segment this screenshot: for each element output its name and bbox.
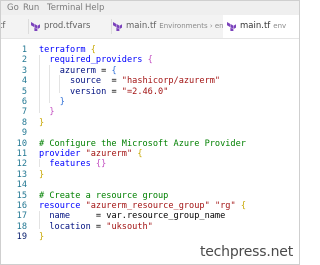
line-number: 1 (21, 45, 27, 55)
code-line[interactable]: } (39, 118, 44, 128)
editor-window: Go Run Terminal Help tf prod.tfvars main… (0, 0, 300, 265)
tab-tf[interactable]: tf (1, 15, 25, 38)
code-token: terraform (39, 45, 91, 55)
code-token: } (39, 232, 45, 243)
tab-label: prod.tfvars (44, 21, 91, 31)
code-token: "=2.46.0" (121, 86, 169, 97)
terraform-icon (31, 15, 41, 38)
tab-label: main.tf (126, 21, 157, 31)
code-token: resource (39, 201, 86, 211)
code-token: required_providers (39, 55, 148, 66)
tab-bar: tf prod.tfvars main.tfEnvironments › env… (1, 15, 299, 39)
code-token: = (111, 76, 122, 87)
code-editor[interactable]: 1 terraform {2 required_providers {3 azur… (1, 39, 299, 264)
code-line[interactable]: } (39, 170, 44, 180)
code-token: = (101, 65, 112, 76)
line-number: 16 (16, 201, 27, 211)
line-number: 17 (16, 211, 27, 222)
code-token: provider (39, 149, 86, 159)
menu-terminal[interactable]: Terminal (47, 2, 83, 14)
code-line[interactable]: } (39, 107, 55, 118)
code-token: { (111, 65, 117, 76)
code-token: features (39, 159, 96, 170)
code-token: # Create a resource group (39, 190, 169, 201)
code-line[interactable]: # Create a resource group (39, 191, 168, 201)
terraform-icon (227, 15, 237, 38)
code-token: { (147, 55, 153, 66)
line-number: 6 (21, 97, 27, 107)
tab-label: main.tf (240, 21, 271, 31)
code-line[interactable]: resource "azurerm_resource_group" "rg" { (39, 201, 246, 211)
line-number: 19 (16, 232, 27, 243)
line-number: 15 (16, 190, 27, 201)
code-token: } (39, 97, 65, 107)
menu-help[interactable]: Help (85, 2, 104, 14)
line-number: 10 (16, 138, 27, 149)
code-token: "rg" (214, 201, 241, 211)
tab-main-tf-env-active[interactable]: main.tf env (223, 15, 299, 38)
line-number: 4 (21, 76, 27, 87)
tab-main-tf-environments[interactable]: main.tf Environments › env (113, 15, 223, 38)
code-line[interactable]: # Configure the Microsoft Azure Provider (39, 139, 246, 149)
code-token: = (111, 86, 122, 97)
line-number: 8 (21, 117, 27, 128)
code-token: {} (95, 159, 107, 170)
code-token: azurerm (39, 65, 102, 76)
code-token: "uksouth" (106, 221, 153, 232)
code-token: "hashicorp/azurerm" (121, 76, 221, 87)
code-token: location (39, 221, 96, 232)
tab-path: env (273, 22, 287, 30)
menu-run[interactable]: Run (23, 2, 39, 14)
menu-bar: Go Run Terminal Help (1, 1, 299, 15)
tab-prod-tfvars[interactable]: prod.tfvars (31, 15, 97, 38)
code-line[interactable]: provider "azurerm" { (39, 149, 143, 159)
code-line[interactable]: features {} (39, 159, 106, 169)
tab-separator (111, 19, 112, 34)
code-line[interactable]: source = "hashicorp/azurerm" (39, 76, 220, 86)
line-number: 9 (21, 128, 27, 139)
code-token: = var.resource_group_name (95, 211, 226, 222)
code-token: name (39, 211, 96, 222)
line-number: 13 (16, 169, 27, 180)
tab-separator (28, 19, 29, 34)
line-number: 5 (21, 86, 27, 97)
code-line[interactable]: name = var.resource_group_name (39, 211, 225, 221)
code-line[interactable]: } (39, 232, 44, 242)
code-line[interactable]: terraform { (39, 45, 96, 55)
code-token: = (95, 221, 107, 232)
code-line[interactable]: version = "=2.46.0" (39, 87, 168, 97)
code-line[interactable]: location = "uksouth" (39, 222, 153, 232)
line-number: 12 (16, 159, 27, 170)
code-token: } (39, 169, 45, 180)
code-token: source (39, 76, 112, 87)
line-number: 14 (16, 180, 27, 191)
code-token: { (137, 149, 143, 159)
code-token: version (39, 86, 112, 97)
tab-path: Environments › env (159, 22, 223, 30)
tab-label: tf (1, 21, 6, 31)
code-token: "azurerm" (85, 149, 138, 159)
line-number: 18 (16, 221, 27, 232)
terraform-icon (113, 15, 123, 38)
code-line[interactable]: required_providers { (39, 55, 153, 65)
code-line[interactable]: azurerm = { (39, 66, 117, 76)
code-token: } (39, 107, 55, 118)
menu-go[interactable]: Go (7, 2, 19, 14)
line-number: 7 (21, 107, 27, 118)
code-token: { (90, 45, 96, 55)
code-token: # Configure the Microsoft Azure Provider (39, 138, 246, 149)
code-token: } (39, 117, 45, 128)
code-token: { (240, 201, 246, 211)
code-token: "azurerm_resource_group" (85, 201, 215, 211)
line-number: 11 (16, 149, 27, 159)
line-number: 3 (21, 65, 27, 76)
code-line[interactable]: } (39, 97, 65, 107)
line-number: 2 (21, 55, 27, 66)
watermark-text: techpress.net (199, 244, 293, 260)
